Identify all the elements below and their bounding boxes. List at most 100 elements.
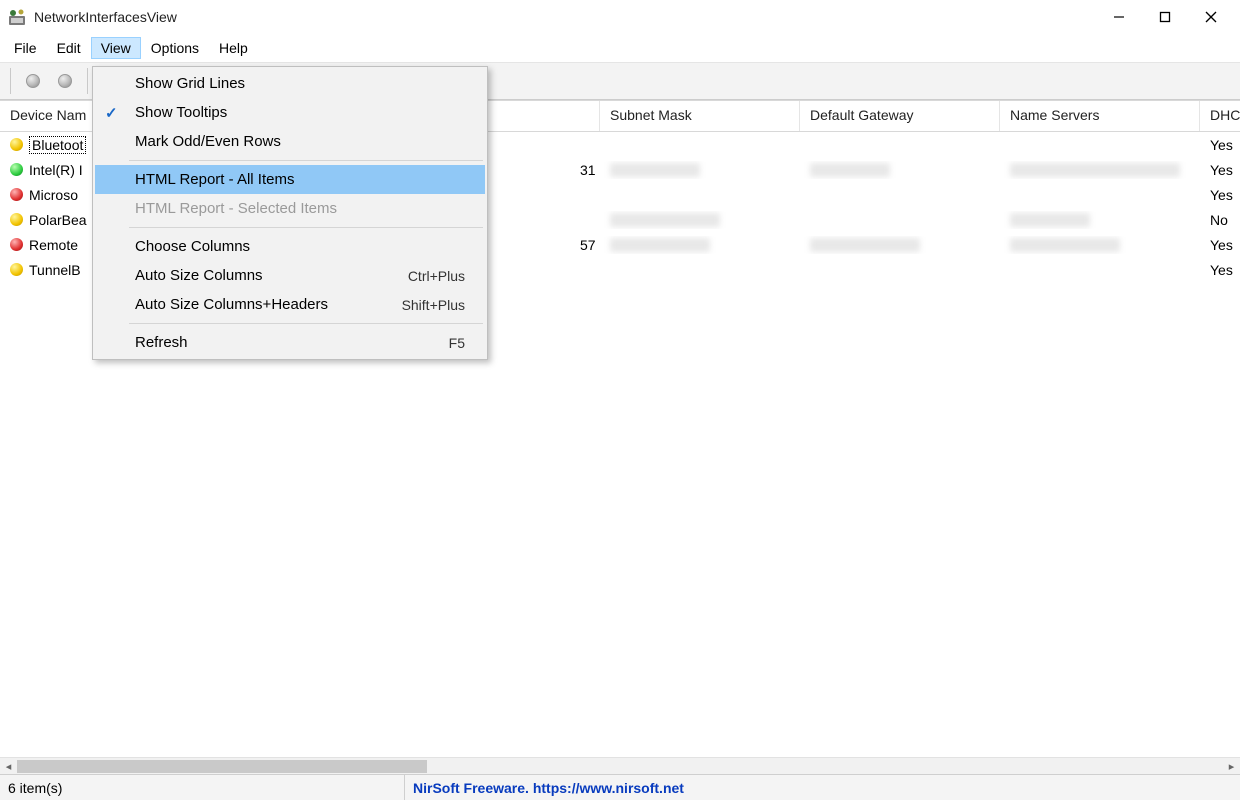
scroll-thumb[interactable] [17, 760, 427, 773]
redacted-value [1010, 238, 1120, 252]
cell-subnet-mask [600, 211, 800, 229]
ip-partial-text: 31 [580, 162, 596, 178]
cell-dhcp: Yes [1200, 135, 1240, 155]
column-header-dhcp[interactable]: DHCP [1200, 101, 1240, 131]
menu-edit[interactable]: Edit [47, 37, 91, 59]
cell-name-servers [1000, 161, 1200, 179]
cell-default-gateway [800, 161, 1000, 179]
column-header-subnet-mask[interactable]: Subnet Mask [600, 101, 800, 131]
menu-item-mark-odd-even-rows[interactable]: Mark Odd/Even Rows [95, 127, 485, 156]
redacted-value [610, 213, 720, 227]
statusbar: 6 item(s) NirSoft Freeware. https://www.… [0, 774, 1240, 800]
menu-item-show-tooltips[interactable]: ✓ Show Tooltips [95, 98, 485, 127]
menu-item-show-grid-lines[interactable]: Show Grid Lines [95, 69, 485, 98]
scroll-left-button[interactable]: ◂ [0, 758, 17, 775]
menu-help[interactable]: Help [209, 37, 258, 59]
window-controls [1096, 2, 1234, 32]
toolbar-separator [10, 68, 11, 94]
cell-name-servers [1000, 193, 1200, 197]
menu-separator [129, 323, 483, 324]
status-dot-icon [10, 238, 23, 251]
cell-subnet-mask [600, 193, 800, 197]
cell-default-gateway [800, 268, 1000, 272]
menu-item-html-report-selected-items: HTML Report - Selected Items [95, 194, 485, 223]
menu-item-refresh[interactable]: Refresh F5 [95, 328, 485, 357]
menu-item-auto-size-columns-headers[interactable]: Auto Size Columns+Headers Shift+Plus [95, 290, 485, 319]
cell-dhcp: Yes [1200, 185, 1240, 205]
column-header-default-gateway[interactable]: Default Gateway [800, 101, 1000, 131]
cell-subnet-mask [600, 143, 800, 147]
menu-item-shortcut: Ctrl+Plus [408, 268, 465, 284]
close-button[interactable] [1188, 2, 1234, 32]
cell-dhcp: No [1200, 210, 1240, 230]
status-dot-icon [10, 263, 23, 276]
menu-item-html-report-all-items[interactable]: HTML Report - All Items [95, 165, 485, 194]
menu-item-label: Auto Size Columns+Headers [135, 296, 328, 313]
menu-item-choose-columns[interactable]: Choose Columns [95, 232, 485, 261]
redacted-value [610, 163, 700, 177]
redacted-value [810, 163, 890, 177]
redacted-value [1010, 213, 1090, 227]
cell-name-servers [1000, 143, 1200, 147]
cell-name-servers [1000, 236, 1200, 254]
dot-icon [58, 74, 72, 88]
status-dot-icon [10, 138, 23, 151]
cell-default-gateway [800, 193, 1000, 197]
cell-subnet-mask [600, 268, 800, 272]
menu-view[interactable]: View [91, 37, 141, 59]
titlebar: NetworkInterfacesView [0, 0, 1240, 34]
check-icon: ✓ [105, 104, 118, 122]
window-title: NetworkInterfacesView [34, 9, 177, 25]
status-credit-link[interactable]: NirSoft Freeware. https://www.nirsoft.ne… [413, 780, 684, 796]
dot-icon [26, 74, 40, 88]
menu-file[interactable]: File [4, 37, 47, 59]
toolbar-button-1[interactable] [19, 67, 47, 95]
cell-default-gateway [800, 218, 1000, 222]
cell-name-servers [1000, 268, 1200, 272]
menu-separator [129, 227, 483, 228]
status-dot-icon [10, 213, 23, 226]
menu-item-shortcut: F5 [449, 335, 465, 351]
menu-item-label: Show Grid Lines [135, 75, 245, 92]
scroll-right-button[interactable]: ▸ [1223, 758, 1240, 775]
cell-subnet-mask [600, 236, 800, 254]
menu-item-label: Refresh [135, 334, 188, 351]
maximize-button[interactable] [1142, 2, 1188, 32]
menu-item-auto-size-columns[interactable]: Auto Size Columns Ctrl+Plus [95, 261, 485, 290]
device-name-text: PolarBea [29, 212, 87, 228]
menu-item-label: Show Tooltips [135, 104, 227, 121]
scroll-track[interactable] [17, 758, 1223, 774]
view-menu-dropdown: Show Grid Lines ✓ Show Tooltips Mark Odd/Ev… [92, 66, 488, 360]
column-header-name-servers[interactable]: Name Servers [1000, 101, 1200, 131]
menu-options[interactable]: Options [141, 37, 209, 59]
device-name-text: Bluetoot [29, 136, 86, 154]
cell-subnet-mask [600, 161, 800, 179]
device-name-text: Remote [29, 237, 78, 253]
redacted-value [810, 238, 920, 252]
menu-item-shortcut: Shift+Plus [402, 297, 465, 313]
menu-item-label: HTML Report - All Items [135, 171, 294, 188]
cell-name-servers [1000, 211, 1200, 229]
status-dot-icon [10, 188, 23, 201]
app-icon [8, 8, 26, 26]
menu-item-label: Auto Size Columns [135, 267, 263, 284]
horizontal-scrollbar[interactable]: ◂ ▸ [0, 757, 1240, 774]
cell-dhcp: Yes [1200, 235, 1240, 255]
menu-separator [129, 160, 483, 161]
minimize-button[interactable] [1096, 2, 1142, 32]
redacted-value [610, 238, 710, 252]
menu-item-label: Choose Columns [135, 238, 250, 255]
status-item-count: 6 item(s) [0, 775, 405, 800]
cell-dhcp: Yes [1200, 160, 1240, 180]
device-name-text: Intel(R) I [29, 162, 83, 178]
status-dot-icon [10, 163, 23, 176]
cell-dhcp: Yes [1200, 260, 1240, 280]
cell-default-gateway [800, 143, 1000, 147]
device-name-text: TunnelB [29, 262, 81, 278]
menubar: FileEditViewOptionsHelp [0, 34, 1240, 62]
menu-item-label: Mark Odd/Even Rows [135, 133, 281, 150]
cell-default-gateway [800, 236, 1000, 254]
menu-item-label: HTML Report - Selected Items [135, 200, 337, 217]
ip-partial-text: 57 [580, 237, 596, 253]
toolbar-button-2[interactable] [51, 67, 79, 95]
